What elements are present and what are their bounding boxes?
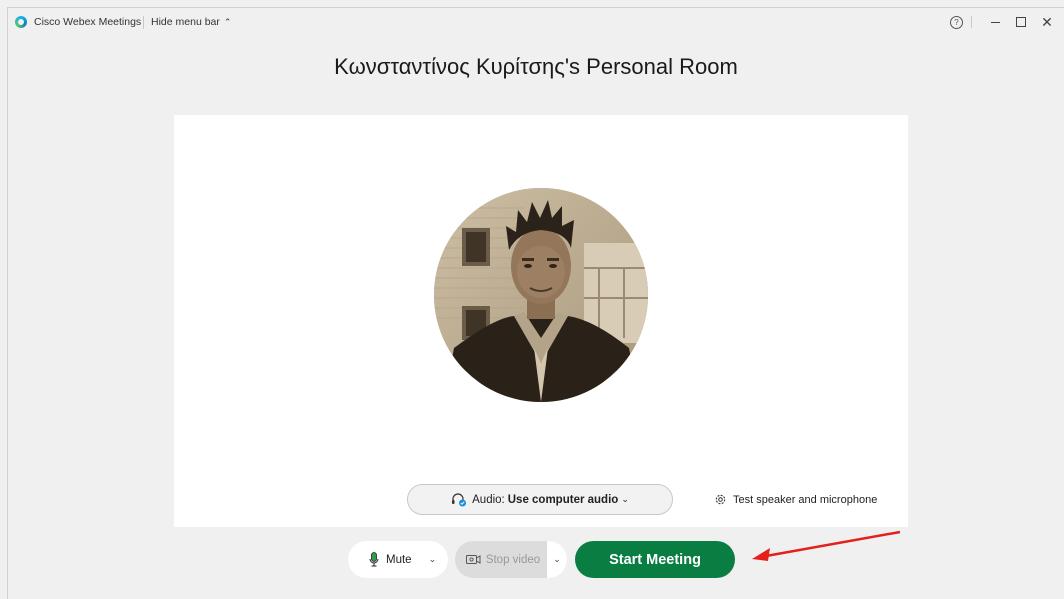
video-control-group: Stop video ⌄ [455, 541, 567, 578]
title-bar: Cisco Webex Meetings Hide menu bar ⌃ ? ✕ [8, 8, 1064, 36]
chevron-up-icon: ⌃ [223, 17, 232, 27]
mute-button[interactable]: Mute [348, 541, 412, 578]
app-name: Cisco Webex Meetings [34, 16, 142, 28]
start-meeting-button[interactable]: Start Meeting [575, 541, 735, 578]
annotation-arrow-icon [752, 530, 901, 561]
close-button[interactable]: ✕ [1038, 13, 1056, 31]
mute-control-group: Mute ⌄ [348, 541, 448, 578]
test-speaker-microphone-link[interactable]: Test speaker and microphone [714, 493, 877, 506]
audio-connection-dropdown[interactable]: Audio: Use computer audio ⌄ [407, 484, 673, 515]
chevron-down-icon: ⌄ [621, 494, 629, 504]
audio-options-chevron-icon[interactable]: ⌄ [429, 554, 437, 565]
minimize-button[interactable] [986, 13, 1004, 31]
window-controls-divider [971, 16, 972, 28]
maximize-icon [1016, 17, 1026, 27]
video-preview-panel: Audio: Use computer audio ⌄ Test speaker… [174, 115, 908, 527]
window-controls: ? ✕ [950, 12, 1064, 32]
avatar [434, 188, 648, 402]
headset-icon [451, 492, 467, 507]
audio-value: Use computer audio [507, 493, 619, 506]
hide-menu-bar-label: Hide menu bar [151, 16, 220, 28]
mute-label: Mute [386, 553, 412, 566]
title-divider [143, 16, 144, 29]
gear-icon [714, 493, 727, 506]
webex-logo-icon [15, 16, 27, 28]
video-camera-icon [465, 554, 481, 565]
microphone-icon [369, 552, 379, 567]
minimize-icon [990, 21, 1000, 23]
help-circle-icon[interactable]: ? [950, 15, 963, 29]
audio-label: Audio: [472, 493, 505, 506]
video-options-chevron-icon[interactable]: ⌄ [547, 541, 567, 578]
page-title: Κωνσταντίνος Κυρίτσης's Personal Room [334, 54, 738, 79]
webex-window: Cisco Webex Meetings Hide menu bar ⌃ ? ✕ … [7, 7, 1064, 599]
close-icon: ✕ [1041, 14, 1053, 30]
stop-video-label: Stop video [485, 553, 541, 566]
test-speaker-label: Test speaker and microphone [733, 493, 878, 506]
hide-menu-bar-button[interactable]: Hide menu bar ⌃ [151, 16, 231, 28]
maximize-button[interactable] [1012, 13, 1030, 31]
stop-video-button[interactable]: Stop video [455, 541, 547, 578]
